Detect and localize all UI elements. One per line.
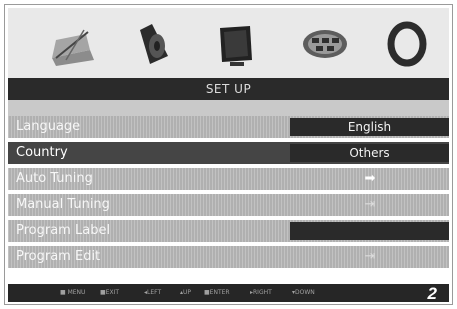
enter-arrow-icon: ⇥ [364,197,376,212]
menu-item-label: Country [16,145,68,160]
speaker-icon-graphic [140,24,168,64]
hint-menu: ■ MENU [60,289,86,296]
hint-down: ▾DOWN [292,289,315,296]
hint-left: ◂LEFT [144,289,162,296]
menu-item-label: Program Label [16,223,111,238]
ring-icon[interactable] [380,20,434,68]
connector-icon-graphic [303,30,347,58]
tv-screen-icon-graphic [220,26,252,66]
language-value[interactable]: English [290,118,449,136]
hint-right-label: RIGHT [253,289,272,296]
menu-item-auto-tuning[interactable]: Auto Tuning ➡ [8,168,449,190]
tv-screen-icon[interactable] [210,20,264,68]
header-spacer [8,100,449,116]
menu-item-manual-tuning[interactable]: Manual Tuning ⇥ [8,194,449,216]
menu-item-language[interactable]: Language English [8,116,449,138]
page-number: 2 [427,284,437,303]
country-value[interactable]: Others [290,144,449,162]
hint-enter-label: ENTER [209,289,230,296]
connector-icon[interactable] [298,20,352,68]
menu-item-label: Program Edit [16,249,101,264]
menu-item-label: Language [16,119,81,134]
hint-right: ▸RIGHT [250,289,272,296]
enter-arrow-icon: ⇥ [364,249,376,264]
hint-left-label: LEFT [147,289,162,296]
picture-settings-icon[interactable] [46,20,100,68]
menu-item-label: Manual Tuning [16,197,110,212]
key-hint-bar: ■ MENU ■EXIT ◂LEFT ▴UP ■ENTER ▸RIGHT ▾DO… [8,284,449,303]
hint-menu-label: MENU [67,289,86,296]
menu-item-program-edit[interactable]: Program Edit ⇥ [8,246,449,268]
hint-enter: ■ENTER [204,289,230,296]
hint-down-label: DOWN [295,289,315,296]
enter-arrow-icon: ➡ [364,171,376,186]
menu-item-country[interactable]: Country Others [8,142,449,164]
picture-settings-icon-graphic [52,29,94,66]
menu-item-label: Auto Tuning [16,171,93,186]
speaker-icon[interactable] [126,20,180,68]
menu-icon-bar [8,8,449,78]
hint-exit-label: EXIT [105,289,120,296]
page-title: SET UP [8,78,449,100]
menu-item-program-label[interactable]: Program Label [8,220,449,242]
hint-up: ▴UP [180,289,192,296]
program-label-value[interactable] [290,222,449,240]
ring-icon-graphic [387,21,427,67]
setup-menu: Language English Country Others Auto Tun… [8,116,449,272]
hint-exit: ■EXIT [100,289,120,296]
hint-up-label: UP [183,289,192,296]
